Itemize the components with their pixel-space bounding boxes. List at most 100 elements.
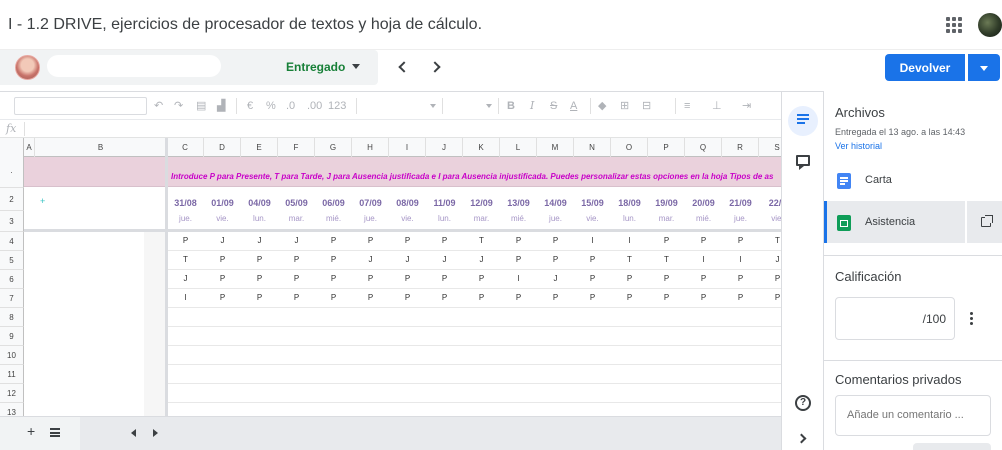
weekday-cell[interactable]: lun.	[426, 214, 463, 223]
number-format-dropdown[interactable]: 123	[328, 98, 346, 114]
borders-icon[interactable]: ⊞	[620, 98, 629, 114]
column-header[interactable]: R	[722, 138, 759, 157]
attendance-cell[interactable]: J	[463, 255, 500, 264]
redo-icon[interactable]: ↷	[174, 98, 183, 114]
attendance-cell[interactable]: P	[204, 274, 241, 283]
apps-grid-icon[interactable]	[946, 17, 962, 33]
attendance-cell[interactable]: I	[685, 255, 722, 264]
attendance-cell[interactable]: J	[204, 236, 241, 245]
attendance-cell[interactable]: I	[574, 236, 611, 245]
weekday-cell[interactable]: jue.	[537, 214, 574, 223]
row-header[interactable]: 8	[0, 308, 24, 327]
column-header[interactable]: J	[426, 138, 463, 157]
row-header[interactable]: 5	[0, 251, 24, 270]
attendance-cell[interactable]: P	[722, 293, 759, 302]
attendance-cell[interactable]: J	[167, 274, 204, 283]
currency-format-button[interactable]: €	[247, 98, 253, 114]
weekday-cell[interactable]: jue.	[722, 214, 759, 223]
weekday-cell[interactable]: mar.	[278, 214, 315, 223]
vertical-align-icon[interactable]: ⊥	[712, 98, 722, 114]
name-box[interactable]	[14, 97, 147, 115]
return-button[interactable]: Devolver	[885, 54, 965, 81]
attendance-cell[interactable]: P	[537, 236, 574, 245]
attendance-cell[interactable]: P	[352, 236, 389, 245]
date-cell[interactable]: 18/09	[611, 198, 648, 208]
row-header[interactable]: ·	[0, 157, 24, 188]
private-comment-input[interactable]	[847, 409, 977, 421]
column-header[interactable]: B	[35, 138, 167, 157]
row-header[interactable]: 7	[0, 289, 24, 308]
attendance-cell[interactable]: P	[537, 255, 574, 264]
attendance-cell[interactable]: P	[500, 255, 537, 264]
undo-icon[interactable]: ↶	[154, 98, 163, 114]
column-header[interactable]: M	[537, 138, 574, 157]
attendance-cell[interactable]: P	[389, 236, 426, 245]
weekday-cell[interactable]: lun.	[241, 214, 278, 223]
fill-color-icon[interactable]: ◆	[598, 98, 606, 114]
attendance-cell[interactable]: P	[241, 274, 278, 283]
grade-input[interactable]: /100	[835, 297, 955, 340]
help-icon[interactable]: ?	[795, 395, 811, 411]
attendance-cell[interactable]: P	[315, 255, 352, 264]
attendance-cell[interactable]: J	[278, 236, 315, 245]
date-cell[interactable]: 13/09	[500, 198, 537, 208]
column-header[interactable]: C	[167, 138, 204, 157]
attendance-cell[interactable]: P	[352, 274, 389, 283]
attendance-cell[interactable]: T	[463, 236, 500, 245]
attendance-cell[interactable]: P	[389, 293, 426, 302]
column-header[interactable]: D	[204, 138, 241, 157]
cell-grid[interactable]: Introduce P para Presente, T para Tarde,…	[0, 138, 781, 420]
scroll-tabs-right-icon[interactable]	[153, 429, 158, 437]
column-header[interactable]: A	[24, 138, 35, 157]
date-cell[interactable]: 08/09	[389, 198, 426, 208]
column-header[interactable]: S	[759, 138, 781, 157]
post-comment-button[interactable]	[913, 443, 991, 450]
attendance-cell[interactable]: P	[389, 274, 426, 283]
attendance-cell[interactable]: T	[759, 236, 781, 245]
column-header[interactable]: F	[278, 138, 315, 157]
attendance-cell[interactable]: P	[574, 255, 611, 264]
column-header[interactable]: E	[241, 138, 278, 157]
attendance-cell[interactable]: T	[611, 255, 648, 264]
attendance-cell[interactable]: P	[574, 293, 611, 302]
attendance-cell[interactable]: P	[611, 274, 648, 283]
attendance-cell[interactable]: P	[722, 236, 759, 245]
attendance-cell[interactable]: P	[722, 274, 759, 283]
weekday-cell[interactable]: vie.	[204, 214, 241, 223]
column-header[interactable]: H	[352, 138, 389, 157]
next-student-button[interactable]	[428, 58, 446, 76]
column-header[interactable]: Q	[685, 138, 722, 157]
attendance-cell[interactable]: P	[241, 293, 278, 302]
weekday-cell[interactable]: mar.	[463, 214, 500, 223]
weekday-cell[interactable]: jue.	[167, 214, 204, 223]
attendance-cell[interactable]: I	[167, 293, 204, 302]
row-header[interactable]: 6	[0, 270, 24, 289]
row-header[interactable]: 12	[0, 384, 24, 403]
column-header[interactable]: O	[611, 138, 648, 157]
date-cell[interactable]: 01/09	[204, 198, 241, 208]
return-options-button[interactable]	[968, 54, 1000, 81]
attendance-cell[interactable]: J	[426, 255, 463, 264]
horizontal-align-icon[interactable]: ≡	[684, 98, 690, 114]
attendance-cell[interactable]: P	[648, 274, 685, 283]
attendance-cell[interactable]: J	[389, 255, 426, 264]
student-selector[interactable]: Entregado	[0, 50, 378, 85]
private-comment-box[interactable]	[835, 395, 991, 436]
chevron-right-icon[interactable]	[796, 433, 807, 444]
attendance-cell[interactable]: J	[352, 255, 389, 264]
attendance-cell[interactable]: P	[648, 236, 685, 245]
weekday-cell[interactable]: lun.	[611, 214, 648, 223]
weekday-cell[interactable]: jue.	[352, 214, 389, 223]
weekday-cell[interactable]: vie.	[759, 214, 781, 223]
more-options-icon[interactable]	[970, 312, 974, 326]
weekday-cell[interactable]: mié.	[315, 214, 352, 223]
attendance-cell[interactable]: J	[537, 274, 574, 283]
frozen-row-divider[interactable]	[24, 229, 781, 232]
column-header[interactable]: G	[315, 138, 352, 157]
attendance-cell[interactable]: P	[278, 274, 315, 283]
attendance-cell[interactable]: P	[759, 274, 781, 283]
weekday-cell[interactable]: mié.	[500, 214, 537, 223]
date-cell[interactable]: 07/09	[352, 198, 389, 208]
formula-bar[interactable]: fx	[0, 120, 781, 138]
percent-format-button[interactable]: %	[266, 98, 276, 114]
